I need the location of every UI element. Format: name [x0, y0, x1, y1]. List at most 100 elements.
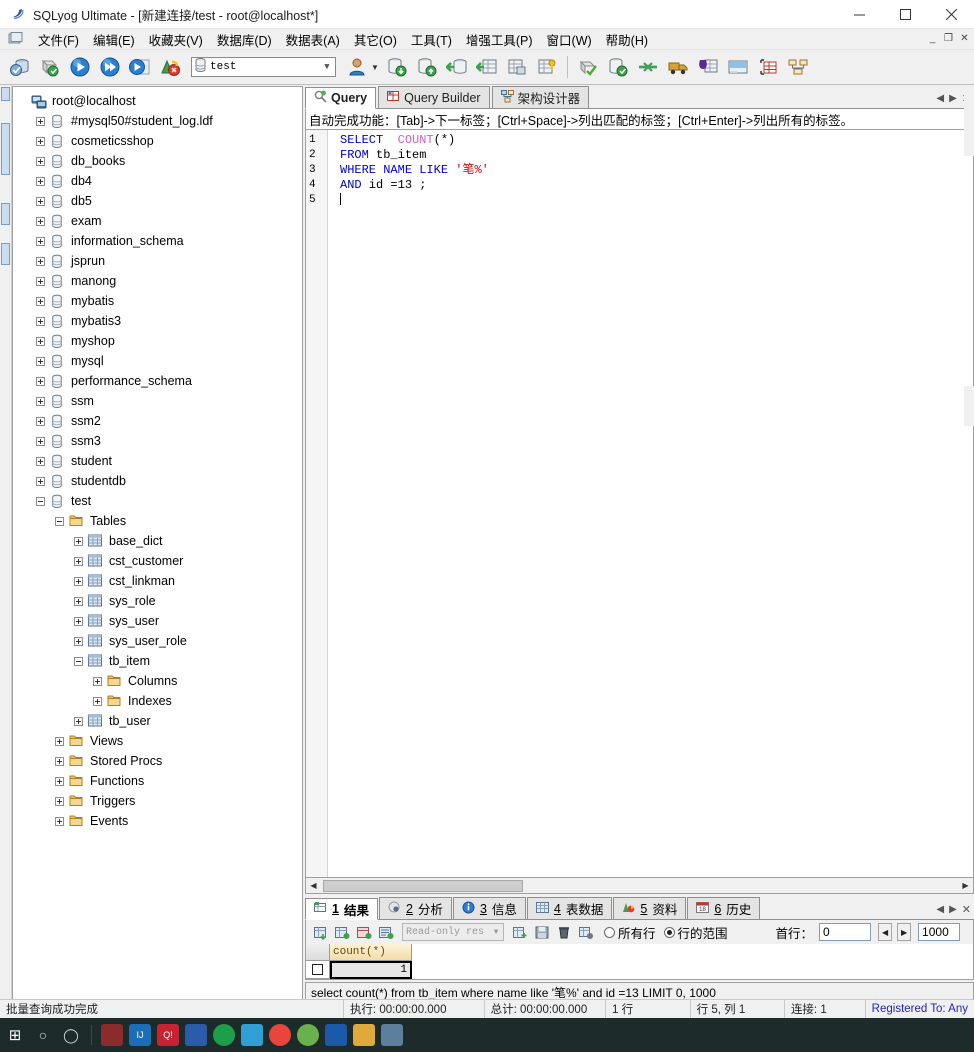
menu-help[interactable]: 帮助(H) — [599, 28, 655, 51]
save-changes-button[interactable] — [532, 922, 552, 942]
results-scroll-right-icon[interactable]: ▶ — [949, 904, 957, 915]
scrollbar-thumb[interactable] — [323, 879, 523, 892]
grid-corner-cell[interactable] — [306, 944, 330, 961]
expand-icon[interactable] — [55, 796, 64, 806]
tab-schema-designer[interactable]: 架构设计器 — [491, 86, 590, 108]
expand-icon[interactable] — [55, 736, 64, 746]
expand-icon[interactable] — [36, 156, 45, 166]
expand-icon[interactable] — [93, 696, 102, 706]
expand-icon[interactable] — [55, 776, 64, 786]
taskbar-folder[interactable] — [353, 1024, 375, 1046]
taskbar-app-5[interactable] — [297, 1024, 319, 1046]
refresh-data-button[interactable] — [310, 922, 330, 942]
tab-query-builder[interactable]: Query Builder — [378, 86, 490, 108]
tree-item-tables[interactable]: Tables — [17, 511, 302, 531]
backup-database-button[interactable] — [443, 53, 471, 81]
tree-item-mybatis[interactable]: mybatis — [17, 291, 302, 311]
tree-item-exam[interactable]: exam — [17, 211, 302, 231]
results-scroll-left-icon[interactable]: ◀ — [936, 904, 944, 915]
tab-query[interactable]: Query — [305, 87, 377, 109]
right-dock-tab-1[interactable] — [964, 86, 974, 156]
refresh-object-browser-button[interactable] — [36, 53, 64, 81]
expand-icon[interactable] — [36, 416, 45, 426]
expand-icon[interactable] — [36, 316, 45, 326]
prev-page-button[interactable]: ◀ — [878, 923, 893, 941]
next-page-button[interactable]: ▶ — [897, 923, 912, 941]
tree-item-base-dict[interactable]: base_dict — [17, 531, 302, 551]
close-button[interactable] — [928, 0, 974, 29]
expand-icon[interactable] — [74, 556, 83, 566]
expand-icon[interactable] — [36, 236, 45, 246]
tree-item-cst-linkman[interactable]: cst_linkman — [17, 571, 302, 591]
dock-tab-1[interactable] — [1, 87, 10, 101]
taskbar-search[interactable]: ○ — [32, 1024, 54, 1046]
sql-line[interactable]: WHERE NAME LIKE '笔%' — [340, 163, 973, 178]
tree-item-manong[interactable]: manong — [17, 271, 302, 291]
tab-scroll-right-icon[interactable]: ▶ — [949, 93, 957, 104]
tree-item-mysql[interactable]: mysql — [17, 351, 302, 371]
row-selector-cell[interactable] — [306, 961, 330, 979]
schema-designer-toolbar-button[interactable] — [784, 53, 812, 81]
taskbar-app-1[interactable] — [101, 1024, 123, 1046]
first-row-input[interactable] — [819, 923, 872, 941]
execute-query-button[interactable] — [66, 53, 94, 81]
expand-icon[interactable] — [74, 536, 83, 546]
expand-icon[interactable] — [36, 276, 45, 286]
text-view-button[interactable] — [376, 922, 396, 942]
taskbar-start[interactable]: ⊞ — [4, 1024, 26, 1046]
expand-icon[interactable] — [36, 196, 45, 206]
minimize-button[interactable] — [836, 0, 882, 29]
tree-item-ssm2[interactable]: ssm2 — [17, 411, 302, 431]
cell-count-value[interactable]: 1 — [330, 961, 412, 979]
expand-icon[interactable] — [36, 396, 45, 406]
menu-favorites[interactable]: 收藏夹(V) — [142, 28, 210, 51]
form-view-button[interactable] — [354, 922, 374, 942]
expand-icon[interactable] — [36, 116, 45, 126]
menu-window[interactable]: 窗口(W) — [540, 28, 599, 51]
tree-item-test[interactable]: test — [17, 491, 302, 511]
expand-icon[interactable] — [74, 576, 83, 586]
dock-tab-3[interactable] — [1, 203, 10, 225]
mdi-close-button[interactable]: ✕ — [957, 31, 972, 46]
result-mode-selector[interactable]: Read-only res ▼ — [402, 923, 504, 941]
taskbar-idea[interactable]: IJ — [129, 1024, 151, 1046]
tree-item-sys-role[interactable]: sys_role — [17, 591, 302, 611]
menu-database[interactable]: 数据库(D) — [210, 28, 279, 51]
restore-database-button[interactable] — [473, 53, 501, 81]
tree-item-tb-user[interactable]: tb_user — [17, 711, 302, 731]
tree-item-indexes[interactable]: Indexes — [17, 691, 302, 711]
right-dock-tab-2[interactable] — [964, 386, 974, 426]
tree-item-mybatis3[interactable]: mybatis3 — [17, 311, 302, 331]
tree-item-student[interactable]: student — [17, 451, 302, 471]
tree-item-studentdb[interactable]: studentdb — [17, 471, 302, 491]
sql-formatter-button[interactable] — [574, 53, 602, 81]
menu-edit[interactable]: 编辑(E) — [86, 28, 142, 51]
delete-row-button[interactable] — [554, 922, 574, 942]
tree-item-mysql50-student-log-ldf[interactable]: #mysql50#student_log.ldf — [17, 111, 302, 131]
menu-other[interactable]: 其它(O) — [347, 28, 404, 51]
expand-icon[interactable] — [36, 216, 45, 226]
radio-all-rows-button[interactable] — [604, 926, 615, 938]
tab-history[interactable]: 18 6 历史 — [687, 897, 761, 919]
export-data-button[interactable] — [413, 53, 441, 81]
import-external-data-button[interactable] — [383, 53, 411, 81]
tree-item-jsprun[interactable]: jsprun — [17, 251, 302, 271]
tree-item-sys-user[interactable]: sys_user — [17, 611, 302, 631]
tree-item-ssm3[interactable]: ssm3 — [17, 431, 302, 451]
menu-table[interactable]: 数据表(A) — [279, 28, 347, 51]
notification-services-button[interactable] — [694, 53, 722, 81]
expand-icon[interactable] — [36, 256, 45, 266]
expand-icon[interactable] — [74, 616, 83, 626]
expand-icon[interactable] — [36, 296, 45, 306]
user-dropdown-arrow[interactable]: ▼ — [371, 63, 379, 72]
taskbar-app-3[interactable] — [213, 1024, 235, 1046]
tree-item-db-books[interactable]: db_books — [17, 151, 302, 171]
chevron-down-icon[interactable]: ▼ — [489, 928, 503, 937]
expand-icon[interactable] — [36, 476, 45, 486]
taskbar-qq[interactable]: Q! — [157, 1024, 179, 1046]
tab-scroll-left-icon[interactable]: ◀ — [936, 93, 944, 104]
tree-item-triggers[interactable]: Triggers — [17, 791, 302, 811]
manage-indexes-button[interactable] — [533, 53, 561, 81]
migration-button[interactable] — [664, 53, 692, 81]
result-grid[interactable]: count(*) 1 — [305, 944, 974, 980]
